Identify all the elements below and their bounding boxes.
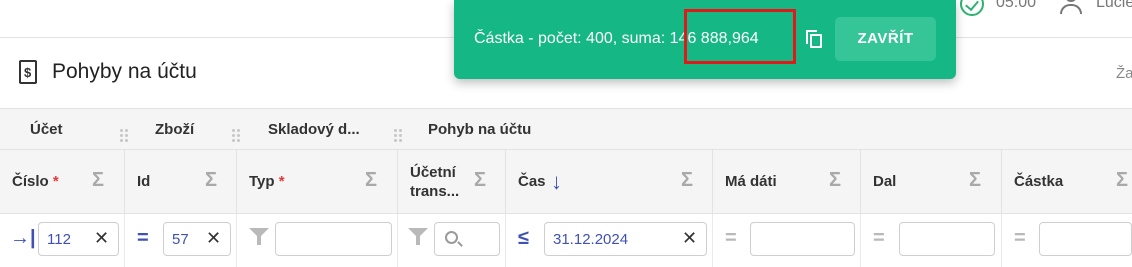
- sort-descending-icon[interactable]: ↓: [551, 169, 562, 195]
- sum-toast: Částka - počet: 400, suma: 146 888,964 Z…: [454, 0, 956, 79]
- filter-funnel-icon[interactable]: [408, 228, 428, 245]
- document-dollar-icon: [19, 60, 37, 84]
- filter-cell-dal: =: [861, 214, 1002, 267]
- filter-cell-ma-dati: =: [713, 214, 861, 267]
- sigma-icon[interactable]: Σ: [829, 169, 841, 192]
- group-ucet: Účet: [30, 121, 63, 138]
- filter-cell-ucetni-transakce: [398, 214, 506, 267]
- filter-operator-equals-icon[interactable]: =: [137, 227, 149, 250]
- header-right-truncated-text: Ža: [1116, 65, 1132, 82]
- column-header-ucetni-transakce[interactable]: Účetní trans... Σ: [398, 150, 506, 214]
- filter-cell-typ: [237, 214, 398, 267]
- column-label: Dal: [873, 173, 897, 190]
- filter-funnel-icon[interactable]: [249, 228, 269, 245]
- column-label: Má dáti: [725, 173, 777, 190]
- column-header-dal[interactable]: Dal Σ: [861, 150, 1002, 214]
- filter-input-cas[interactable]: 31.12.2024 ✕: [544, 222, 707, 256]
- copy-icon[interactable]: [806, 30, 822, 48]
- column-header-ma-dati[interactable]: Má dáti Σ: [713, 150, 861, 214]
- column-label-line2: trans...: [410, 183, 460, 200]
- sigma-icon[interactable]: Σ: [474, 169, 486, 192]
- column-header-row: Číslo * Σ Id Σ Typ * Σ Účetní trans... Σ …: [0, 150, 1132, 214]
- user-icon[interactable]: [1058, 0, 1084, 16]
- filter-input-id[interactable]: 57 ✕: [163, 222, 231, 256]
- group-skladovy-doklad: Skladový d...: [268, 121, 360, 138]
- filter-search-ucetni-transakce[interactable]: [434, 222, 500, 256]
- drag-handle-icon[interactable]: [120, 129, 128, 143]
- filter-cell-id: = 57 ✕: [125, 214, 237, 267]
- filter-operator-less-equal-icon[interactable]: ≤: [518, 227, 529, 250]
- column-header-id[interactable]: Id Σ: [125, 150, 237, 214]
- sigma-icon[interactable]: Σ: [365, 169, 377, 192]
- sigma-icon[interactable]: Σ: [969, 169, 981, 192]
- clear-icon[interactable]: ✕: [94, 228, 109, 249]
- column-header-typ[interactable]: Typ * Σ: [237, 150, 398, 214]
- filter-input-dal[interactable]: [899, 222, 995, 256]
- drag-handle-icon[interactable]: [232, 129, 240, 143]
- search-icon: [445, 231, 458, 244]
- filter-cell-cas: ≤ 31.12.2024 ✕: [506, 214, 713, 267]
- toast-message: Částka - počet: 400, suma:: [474, 30, 666, 47]
- close-toast-button[interactable]: ZAVŘÍT: [835, 17, 936, 61]
- filter-operator-equals-icon[interactable]: =: [1014, 227, 1026, 250]
- user-name[interactable]: Lucie: [1096, 0, 1132, 12]
- sigma-icon[interactable]: Σ: [1116, 169, 1128, 192]
- highlight-box: [684, 9, 796, 64]
- clock-time: 05:00: [996, 0, 1037, 11]
- required-marker: *: [52, 173, 59, 190]
- required-marker: *: [278, 173, 285, 190]
- column-label: Číslo: [12, 173, 49, 190]
- sigma-icon[interactable]: Σ: [681, 169, 693, 192]
- filter-operator-equals-icon[interactable]: =: [873, 227, 885, 250]
- filter-value: 57: [172, 231, 189, 248]
- filter-input-typ[interactable]: [275, 222, 392, 256]
- column-header-cas[interactable]: Čas ↓ Σ: [506, 150, 713, 214]
- column-label: Typ: [249, 173, 275, 190]
- column-label: Částka: [1014, 173, 1064, 190]
- filter-value: 31.12.2024: [553, 231, 629, 248]
- column-label-line1: Účetní: [410, 164, 456, 181]
- group-pohyb-na-uctu: Pohyb na účtu: [428, 121, 532, 138]
- filter-cell-castka: =: [1002, 214, 1132, 267]
- filter-input-ma-dati[interactable]: [750, 222, 855, 256]
- filter-input-castka[interactable]: [1039, 222, 1132, 256]
- filter-operator-equals-icon[interactable]: =: [725, 227, 737, 250]
- sigma-icon[interactable]: Σ: [205, 169, 217, 192]
- column-group-row: Účet Zboží Skladový d... Pohyb na účtu: [0, 108, 1132, 150]
- filter-operator-range-icon[interactable]: →|: [10, 227, 36, 250]
- column-label: Id: [137, 173, 151, 190]
- filter-row: →| 112 ✕ = 57 ✕ ≤ 31.12.2024 ✕ = = =: [0, 214, 1132, 267]
- group-zbozi: Zboží: [155, 121, 195, 138]
- filter-cell-cislo: →| 112 ✕: [0, 214, 125, 267]
- clear-icon[interactable]: ✕: [682, 228, 697, 249]
- filter-value: 112: [47, 231, 71, 248]
- column-label: Čas: [518, 173, 546, 190]
- drag-handle-icon[interactable]: [394, 129, 402, 143]
- sigma-icon[interactable]: Σ: [92, 169, 104, 192]
- filter-input-cislo[interactable]: 112 ✕: [38, 222, 119, 256]
- column-header-castka[interactable]: Částka Σ: [1002, 150, 1132, 214]
- status-check-icon: [960, 0, 984, 16]
- column-header-cislo[interactable]: Číslo * Σ: [0, 150, 125, 214]
- clear-icon[interactable]: ✕: [206, 228, 221, 249]
- page-title: Pohyby na účtu: [52, 60, 197, 83]
